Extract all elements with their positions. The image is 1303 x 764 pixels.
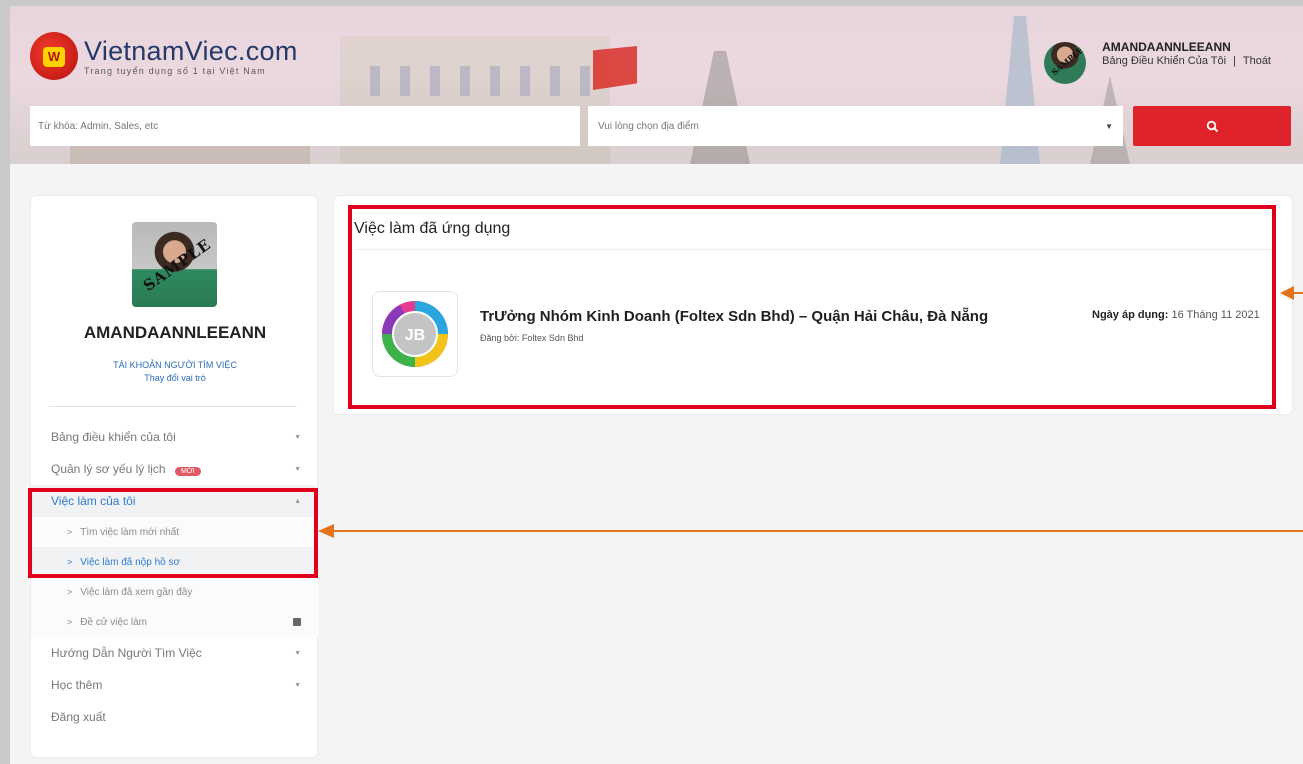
logout-link[interactable]: Thoát [1243,55,1271,67]
sidebar-item-dashboard[interactable]: Bảng điều khiển của tôi ▼ [31,421,319,453]
location-select[interactable]: Vui lòng chọn địa điểm ▼ [588,106,1123,146]
account-sidebar: SAMPLE AMANDAANNLEEANN TÀI KHOẢN NGƯỜI T… [30,195,319,758]
site-header: W VietnamViec.com Trang tuyển dụng số 1 … [10,6,1303,164]
link-separator: | [1233,55,1236,67]
new-badge: MỚI [174,467,201,476]
chevron-down-icon: ▼ [294,681,301,689]
highlight-box-applied-jobs [348,205,1276,409]
sidebar-item-guide[interactable]: Hướng Dẫn Người Tìm Việc ▼ [31,637,319,669]
annotation-arrow-bottom [318,524,1303,538]
chevron-down-icon: ▼ [294,465,301,473]
header-user-name: AMANDAANNLEEANN [1102,40,1231,54]
location-placeholder: Vui lòng chọn địa điểm [598,120,699,132]
switch-role-link[interactable]: Thay đổi vai trò [31,373,319,383]
dashboard-link[interactable]: Bảng Điều Khiển Của Tôi [1102,55,1226,67]
highlight-box-sidebar-menu [28,488,318,578]
avatar[interactable]: SAMPLE [1044,42,1087,84]
subitem-recommended-jobs[interactable]: > Đề cử việc làm [31,607,319,637]
sidebar-item-label: Quản lý sơ yếu lý lịch [51,462,166,476]
search-bar: Vui lòng chọn địa điểm ▼ [30,106,1291,146]
profile-name: AMANDAANNLEEANN [83,323,267,342]
subitem-label: Việc làm đã xem gần đây [80,586,193,598]
sidebar-item-label: Đăng xuất [51,710,106,724]
subitem-recently-viewed[interactable]: > Việc làm đã xem gần đây [31,577,319,607]
subitem-label: Đề cử việc làm [80,616,147,628]
sidebar-item-logout[interactable]: Đăng xuất [31,701,319,733]
sidebar-item-resume[interactable]: Quản lý sơ yếu lý lịch MỚI ▼ [31,453,319,485]
search-icon [1206,120,1218,132]
chevron-down-icon: ▼ [1105,121,1113,131]
divider [49,406,297,407]
logo-tagline: Trang tuyển dụng số 1 tại Việt Nam [84,66,266,76]
plus-icon[interactable] [293,618,301,626]
logo-mark-icon: W [30,32,78,80]
chevron-down-icon: ▼ [294,433,301,441]
site-logo[interactable]: W VietnamViec.com Trang tuyển dụng số 1 … [30,32,298,80]
sidebar-item-label: Học thêm [51,678,103,692]
chevron-right-icon: > [67,586,73,597]
sidebar-item-label: Bảng điều khiển của tôi [51,430,176,444]
keyword-input[interactable] [30,106,580,146]
logo-title: VietnamViec.com [84,36,298,66]
user-menu: SAMPLE AMANDAANNLEEANN Bảng Điều Khiển C… [1044,40,1271,84]
profile-role: TÀI KHOẢN NGƯỜI TÌM VIỆC [113,360,237,370]
chevron-down-icon: ▼ [294,649,301,657]
sidebar-item-learn-more[interactable]: Học thêm ▼ [31,669,319,701]
annotation-arrow-top [1280,286,1303,300]
chevron-right-icon: > [67,616,73,627]
banner-flag [593,46,637,90]
sidebar-item-label: Hướng Dẫn Người Tìm Việc [51,646,202,660]
profile-photo: SAMPLE [132,222,217,307]
search-button[interactable] [1133,106,1291,146]
